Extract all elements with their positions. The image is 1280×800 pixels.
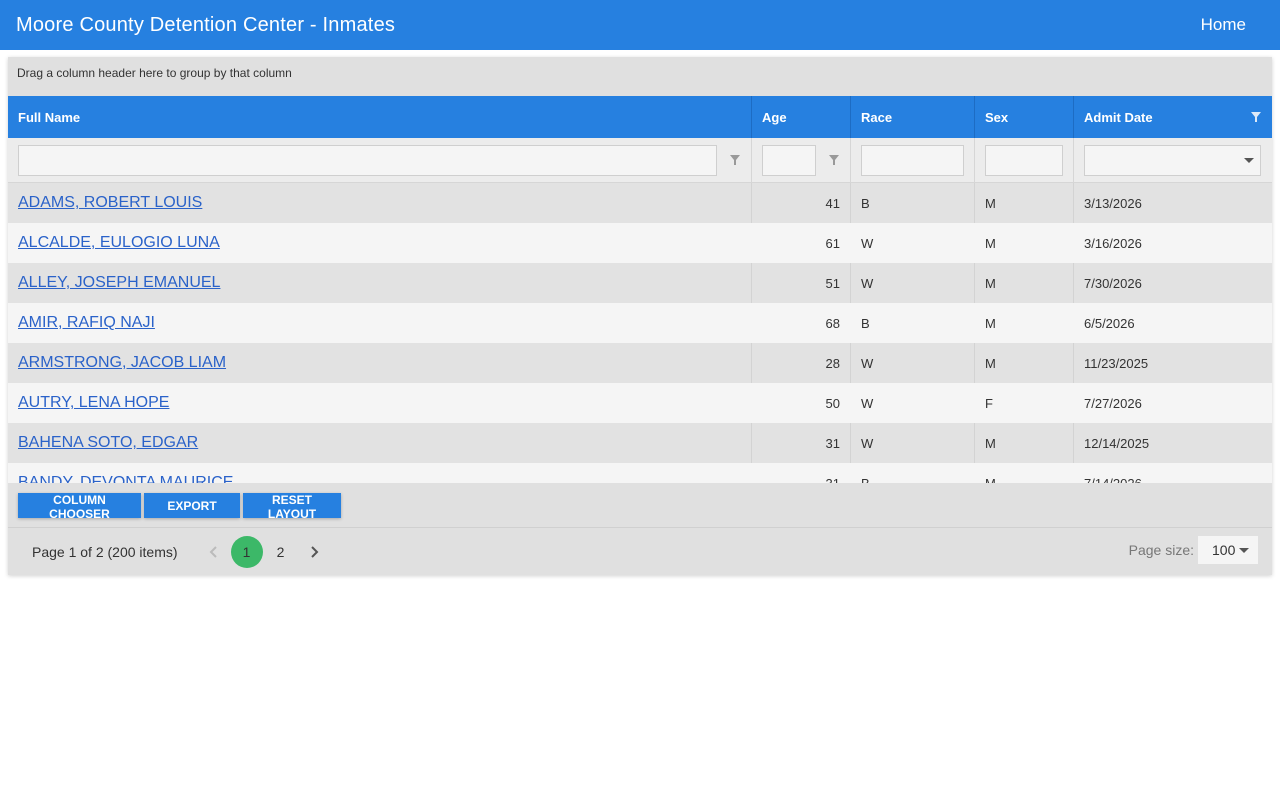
sex-filter-input[interactable] bbox=[985, 144, 1063, 176]
age-filter-input[interactable] bbox=[762, 144, 816, 176]
column-header-sex[interactable]: Sex bbox=[975, 96, 1074, 138]
chevron-down-icon[interactable] bbox=[1244, 158, 1254, 163]
column-chooser-button[interactable]: COLUMN CHOOSER bbox=[18, 493, 141, 521]
table-row[interactable]: BAHENA SOTO, EDGAR 31 W M 12/14/2025 bbox=[8, 423, 1272, 463]
inmate-name-link[interactable]: ALCALDE, EULOGIO LUNA bbox=[18, 234, 220, 252]
admit-date-filter-input[interactable] bbox=[1084, 144, 1261, 176]
table-row[interactable]: ARMSTRONG, JACOB LIAM 28 W M 11/23/2025 bbox=[8, 343, 1272, 383]
pager: Page 1 of 2 (200 items) 1 2 Page size: 1… bbox=[8, 528, 1272, 575]
table-row[interactable]: AUTRY, LENA HOPE 50 W F 7/27/2026 bbox=[8, 383, 1272, 423]
inmate-name-link[interactable]: AUTRY, LENA HOPE bbox=[18, 394, 169, 412]
page-size-select[interactable]: 100 bbox=[1198, 536, 1258, 564]
filter-icon[interactable] bbox=[828, 154, 840, 166]
inmate-name-link[interactable]: ARMSTRONG, JACOB LIAM bbox=[18, 354, 226, 372]
export-button[interactable]: EXPORT bbox=[144, 493, 240, 518]
inmate-grid: Drag a column header here to group by th… bbox=[8, 57, 1272, 575]
filter-row bbox=[8, 138, 1272, 183]
grid-toolbar: COLUMN CHOOSER EXPORT RESET LAYOUT bbox=[8, 483, 1272, 528]
inmate-name-link[interactable]: AMIR, RAFIQ NAJI bbox=[18, 314, 155, 332]
table-row[interactable]: ALLEY, JOSEPH EMANUEL 51 W M 7/30/2026 bbox=[8, 263, 1272, 303]
page-button-1[interactable]: 1 bbox=[230, 535, 263, 568]
table-row[interactable]: ADAMS, ROBERT LOUIS 41 B M 3/13/2026 bbox=[8, 183, 1272, 223]
inmate-name-link[interactable]: ADAMS, ROBERT LOUIS bbox=[18, 194, 202, 212]
table-row[interactable]: ALCALDE, EULOGIO LUNA 61 W M 3/16/2026 bbox=[8, 223, 1272, 263]
full-name-filter-input[interactable] bbox=[18, 144, 717, 176]
top-bar: Moore County Detention Center - Inmates … bbox=[0, 0, 1280, 50]
column-header-age[interactable]: Age bbox=[752, 96, 851, 138]
page-size: Page size: 100 bbox=[1129, 536, 1258, 564]
filter-icon[interactable] bbox=[729, 154, 741, 166]
page-size-label: Page size: bbox=[1128, 542, 1194, 558]
table-row[interactable]: BANDY, DEVONTA MAURICE 31 B M 7/14/2026 bbox=[8, 463, 1272, 483]
page-info: Page 1 of 2 (200 items) bbox=[32, 543, 178, 560]
chevron-right-icon[interactable] bbox=[298, 536, 330, 568]
inmate-name-link[interactable]: ALLEY, JOSEPH EMANUEL bbox=[18, 274, 220, 292]
inmate-name-link[interactable]: BAHENA SOTO, EDGAR bbox=[18, 434, 198, 452]
reset-layout-button[interactable]: RESET LAYOUT bbox=[243, 493, 341, 521]
home-link[interactable]: Home bbox=[1201, 15, 1246, 35]
inmate-name-link[interactable]: BANDY, DEVONTA MAURICE bbox=[18, 474, 233, 483]
column-header-full-name[interactable]: Full Name bbox=[8, 96, 752, 138]
chevron-down-icon bbox=[1239, 548, 1249, 553]
page-title: Moore County Detention Center - Inmates bbox=[16, 13, 396, 36]
grid-header: Full Name Age Race Sex Admit Date bbox=[8, 96, 1272, 138]
chevron-left-icon[interactable] bbox=[198, 536, 230, 568]
page-button-2[interactable]: 2 bbox=[265, 536, 297, 568]
group-panel[interactable]: Drag a column header here to group by th… bbox=[8, 57, 1272, 96]
table-row[interactable]: AMIR, RAFIQ NAJI 68 B M 6/5/2026 bbox=[8, 303, 1272, 343]
column-header-admit-date[interactable]: Admit Date bbox=[1074, 96, 1272, 138]
race-filter-input[interactable] bbox=[861, 144, 964, 176]
column-header-race[interactable]: Race bbox=[851, 96, 975, 138]
grid-rows[interactable]: ADAMS, ROBERT LOUIS 41 B M 3/13/2026 ALC… bbox=[8, 183, 1272, 483]
filter-icon[interactable] bbox=[1250, 111, 1262, 123]
